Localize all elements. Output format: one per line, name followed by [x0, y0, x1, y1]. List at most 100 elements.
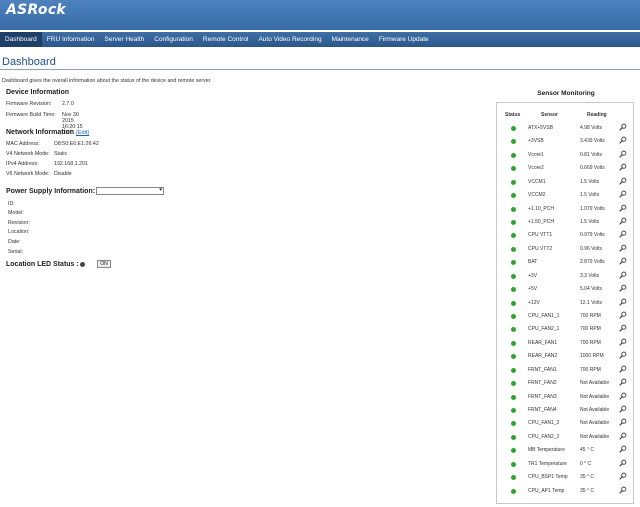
- firmware-build-time-label: Firmware Build Time:: [6, 112, 56, 118]
- magnifier-icon[interactable]: [619, 405, 627, 413]
- magnifier-icon[interactable]: [619, 486, 627, 494]
- sensor-reading: 0.669 Volts: [580, 165, 605, 172]
- status-ok-icon: [511, 340, 516, 346]
- v6-network-mode-row: V6 Network Mode: Disable: [6, 171, 72, 177]
- sensor-row: CPU VTT2 0.96 Volts: [497, 243, 633, 257]
- magnifier-icon[interactable]: [619, 284, 627, 292]
- sensor-reading: Not Available: [580, 433, 610, 440]
- magnifier-icon[interactable]: [619, 136, 627, 145]
- magnifier-icon[interactable]: [619, 150, 627, 158]
- magnifier-icon[interactable]: [619, 378, 627, 386]
- magnifier-icon[interactable]: [619, 190, 627, 198]
- column-header-sensor: Sensor: [541, 112, 558, 118]
- sensor-name: CPU_BSP1 Temp: [528, 474, 568, 481]
- status-ok-icon: [511, 394, 516, 400]
- nav-firmware-update[interactable]: Firmware Update: [374, 32, 434, 47]
- sensor-row: CPU_FAN1_2 Not Available: [497, 417, 633, 431]
- network-info-heading: Network Information (Edit): [6, 129, 89, 136]
- status-ok-icon: [511, 300, 516, 306]
- status-ok-icon: [511, 354, 516, 360]
- sensor-reading: 700 RPM: [580, 366, 601, 373]
- ps-location-label: Location:: [8, 229, 30, 235]
- status-ok-icon: [511, 179, 516, 185]
- power-supply-select[interactable]: ▾: [96, 187, 164, 195]
- sensor-row: TR1 Temperature 0 ° C: [497, 458, 633, 472]
- nav-dashboard[interactable]: Dashboard: [0, 32, 42, 47]
- nav-maintenance[interactable]: Maintenance: [327, 32, 374, 47]
- sensor-name: +1.50_PCH: [528, 219, 554, 225]
- status-ok-icon: [511, 233, 516, 239]
- sensor-row: CPU_FAN2_1 700 RPM: [497, 323, 633, 337]
- firmware-revision-value: 2.7.0: [62, 101, 74, 107]
- network-edit-link[interactable]: (Edit): [76, 130, 89, 136]
- v4-network-mode-label: V4 Network Mode:: [6, 151, 50, 157]
- magnifier-icon[interactable]: [619, 271, 627, 279]
- sensor-reading: 35 ° C: [580, 487, 594, 494]
- magnifier-icon[interactable]: [619, 217, 627, 225]
- magnifier-icon[interactable]: [619, 365, 627, 373]
- magnifier-icon[interactable]: [619, 324, 627, 333]
- magnifier-icon[interactable]: [619, 311, 627, 319]
- status-ok-icon: [511, 327, 516, 333]
- v6-network-mode-value: Disable: [54, 171, 72, 177]
- sensor-name: CPU_FAN1_1: [528, 313, 560, 320]
- magnifier-icon[interactable]: [619, 432, 627, 440]
- magnifier-icon[interactable]: [619, 230, 627, 239]
- status-ok-icon: [511, 206, 516, 212]
- magnifier-icon[interactable]: [619, 351, 627, 359]
- sensor-name: CPU_FAN1_2: [528, 420, 560, 427]
- sensor-reading: 5.04 Volts: [580, 286, 602, 293]
- status-ok-icon: [511, 287, 516, 293]
- magnifier-icon[interactable]: [619, 244, 627, 252]
- v6-network-mode-label: V6 Network Mode:: [6, 171, 50, 177]
- magnifier-icon[interactable]: [619, 298, 627, 306]
- location-led-on-button[interactable]: ON: [97, 260, 111, 268]
- magnifier-icon[interactable]: [619, 163, 627, 171]
- sensor-reading: Not Available: [580, 420, 610, 427]
- sensor-name: Vcore2: [528, 165, 544, 172]
- status-ok-icon: [511, 408, 516, 414]
- magnifier-icon[interactable]: [619, 445, 627, 453]
- magnifier-icon[interactable]: [619, 204, 627, 212]
- sensor-name: CPU_FAN2_2: [528, 433, 560, 440]
- magnifier-icon[interactable]: [619, 123, 627, 131]
- nav-server-health[interactable]: Server Health: [100, 32, 150, 47]
- sensor-row: CPU_FAN1_1 700 RPM: [497, 310, 633, 324]
- status-ok-icon: [511, 314, 516, 320]
- ipv4-address-row: IPv4 Address: 192.168.1.201: [6, 161, 88, 167]
- sensor-reading: 0.96 Volts: [580, 245, 602, 252]
- magnifier-icon[interactable]: [619, 418, 627, 427]
- sensor-name: FRNT_FAN3: [528, 393, 557, 400]
- device-info-heading: Device Information: [6, 89, 70, 96]
- magnifier-icon[interactable]: [619, 177, 627, 185]
- status-ok-icon: [511, 273, 516, 279]
- sensor-reading: 0.81 Volts: [580, 151, 602, 158]
- sensor-name: FRNT_FAN2: [528, 380, 557, 387]
- ipv4-address-label: IPv4 Address:: [6, 161, 39, 167]
- nav-auto-video-recording[interactable]: Auto Video Recording: [253, 32, 326, 47]
- sensor-name: Vcore1: [528, 151, 544, 158]
- sensor-row: FRNT_FAN4 Not Available: [497, 404, 633, 418]
- nav-configuration[interactable]: Configuration: [149, 32, 198, 47]
- mac-address-value: D8:50:E6:E1:26:42: [54, 141, 99, 147]
- location-led-status-icon: [80, 262, 85, 267]
- magnifier-icon[interactable]: [619, 338, 627, 346]
- sensor-reading: 35 ° C: [580, 474, 594, 481]
- sensor-row: REAR_FAN2 1000 RPM: [497, 350, 633, 364]
- sensor-row: +3V 3.3 Volts: [497, 270, 633, 284]
- magnifier-icon[interactable]: [619, 257, 627, 265]
- nav-remote-control[interactable]: Remote Control: [198, 32, 254, 47]
- sensor-name: TR1 Temperature: [528, 460, 567, 467]
- ps-revision-label: Revision:: [8, 220, 30, 226]
- mac-address-label: MAC Address:: [6, 141, 40, 147]
- brand-logo[interactable]: ASRock: [6, 2, 66, 18]
- magnifier-icon[interactable]: [619, 392, 627, 400]
- magnifier-icon[interactable]: [619, 459, 627, 467]
- sensor-row: +3VSB 3.439 Volts: [497, 135, 633, 149]
- magnifier-icon[interactable]: [619, 472, 627, 480]
- location-led-label: Location LED Status :: [6, 261, 79, 268]
- sensor-name: CPU_FAN2_1: [528, 326, 560, 333]
- nav-fru-information[interactable]: FRU Information: [42, 32, 100, 47]
- sensor-name: CPU_AP1 Temp: [528, 487, 565, 494]
- power-supply-heading: Power Supply Information:: [6, 188, 96, 195]
